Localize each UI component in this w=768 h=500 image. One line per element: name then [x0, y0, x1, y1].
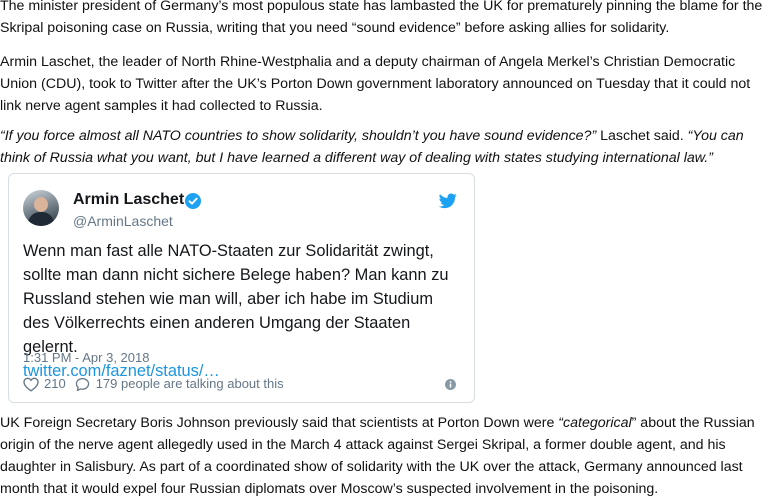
heart-icon[interactable]	[23, 377, 39, 392]
comment-bubble-icon[interactable]	[75, 377, 90, 392]
like-count[interactable]: 210	[44, 375, 66, 393]
embedded-tweet[interactable]: Armin Laschet @ArminLaschet Wenn man fas…	[8, 173, 475, 403]
talking-count[interactable]: 179 people are talking about this	[96, 375, 284, 393]
p4-start: UK Foreign Secretary Boris Johnson previ…	[0, 415, 559, 431]
verified-badge-icon	[185, 193, 201, 209]
article-paragraph-1: The minister president of Germany’s most…	[0, 0, 763, 36]
info-icon[interactable]	[445, 379, 456, 390]
p4-emphasis: “categorical	[558, 415, 632, 431]
tweet-actions: 210 179 people are talking about this	[23, 375, 284, 393]
quote-1: “If you force almost all NATO countries …	[0, 128, 597, 144]
article-paragraph-4: UK Foreign Secretary Boris Johnson previ…	[0, 412, 766, 500]
tweet-text: Wenn man fast alle NATO-Staaten zur Soli…	[23, 242, 449, 356]
avatar[interactable]	[23, 190, 59, 226]
tweet-timestamp[interactable]: 1:31 PM - Apr 3, 2018	[23, 349, 149, 367]
quote-attribution: Laschet said.	[596, 128, 688, 144]
article-paragraph-2: Armin Laschet, the leader of North Rhine…	[0, 54, 751, 114]
article-paragraph-3: “If you force almost all NATO countries …	[0, 125, 766, 169]
twitter-bird-icon[interactable]	[439, 193, 457, 209]
tweet-author-handle[interactable]: @ArminLaschet	[73, 212, 173, 230]
tweet-author-name[interactable]: Armin Laschet	[73, 190, 184, 210]
